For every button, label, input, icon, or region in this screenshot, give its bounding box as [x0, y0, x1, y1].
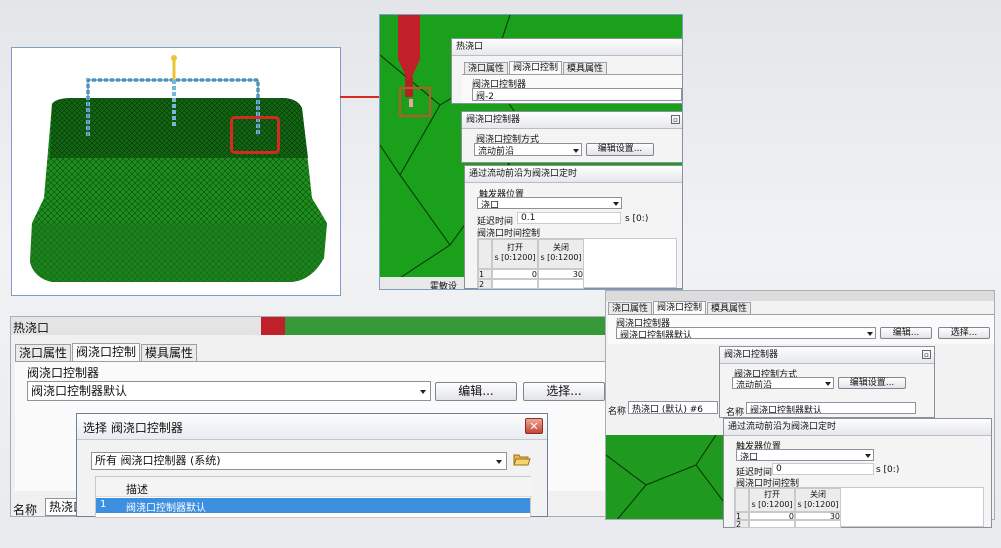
filter-value: 所有 阀浇口控制器 (系统) [95, 454, 221, 467]
col-close-unit: s [0:1200] [797, 500, 839, 509]
controller-label: 阀浇口控制器 [27, 366, 100, 380]
col-close-label: 关闭 [810, 490, 826, 499]
row-desc: 阀浇口控制器默认 [126, 503, 206, 514]
open-folder-icon[interactable] [513, 451, 531, 467]
method-value: 流动前沿 [478, 147, 515, 156]
row-number: 1 [100, 499, 107, 510]
dialog-title: 阀浇口控制器 [462, 112, 682, 129]
hotgate-dialog: 热浇口 浇口属性 阀浇口控制 模具属性 阀浇口控制器 阀-2 [451, 38, 683, 104]
cell-open[interactable]: 0 [749, 512, 795, 521]
restore-icon[interactable]: ▫ [671, 115, 680, 124]
gate-highlight-box [230, 116, 280, 154]
cell-close[interactable] [538, 279, 584, 289]
dialog-title: 热浇口 [452, 39, 682, 56]
dropdown-arrow-icon [865, 454, 871, 458]
flow-front-dialog: 通过流动前沿为阀浇口定时 触发器位置 浇口 延迟时间 0.1 s [0:) 阀浇… [464, 165, 683, 289]
trigger-value: 浇口 [481, 201, 500, 209]
delay-unit: s [0:) [625, 214, 649, 224]
list-item[interactable]: 1 阀浇口控制器默认 [96, 498, 530, 514]
select-controller-dialog: 选择 阀浇口控制器 ✕ 所有 阀浇口控制器 (系统) 描述 1 阀浇口控制器默认 [76, 413, 548, 518]
method-value: 流动前沿 [736, 381, 773, 389]
col-open-header: 打开 s [0:1200] [492, 239, 538, 269]
dropdown-arrow-icon [867, 332, 873, 336]
delay-input[interactable]: 0 [772, 463, 874, 475]
valve-controller-dialog: 阀浇口控制器 ▫ 阀浇口控制方式 流动前沿 编辑设置... [461, 111, 683, 163]
filter-select[interactable]: 所有 阀浇口控制器 (系统) [91, 452, 507, 470]
dropdown-arrow-icon [825, 382, 831, 386]
cell-open[interactable] [492, 279, 538, 289]
zoom-highlight-box [399, 87, 431, 117]
trigger-select[interactable]: 浇口 [477, 197, 622, 209]
name-input[interactable]: 热浇口 (默认) #6 [628, 401, 718, 414]
name-label: 名称 [726, 408, 745, 418]
col-desc-header: 描述 [126, 483, 148, 496]
col-close-unit: s [0:1200] [540, 253, 582, 262]
col-open-label: 打开 [507, 243, 523, 252]
valve-controller-dialog: 阀浇口控制器 ▫ 阀浇口控制方式 流动前沿 编辑设置... 名称 阀浇口控制器默… [719, 346, 935, 418]
flow-front-dialog: 通过流动前沿为阀浇口定时 触发器位置 浇口 延迟时间 0 s [0:) 阀浇口时… [723, 418, 992, 529]
edit-settings-button[interactable]: 编辑设置... [586, 143, 654, 156]
name-input[interactable]: 阀浇口控制器默认 [746, 402, 916, 414]
dropdown-arrow-icon [496, 460, 502, 464]
controller-list: 描述 1 阀浇口控制器默认 [95, 476, 532, 518]
cell-open[interactable]: 0 [492, 269, 538, 279]
cell-close[interactable]: 30 [795, 512, 841, 521]
method-select[interactable]: 流动前沿 [474, 143, 582, 156]
edit-settings-button[interactable]: 编辑设置... [838, 377, 906, 389]
col-open-header: 打开 s [0:1200] [749, 488, 795, 512]
row-number: 1 [478, 269, 492, 279]
dialog-title: 通过流动前沿为阀浇口定时 [724, 419, 991, 436]
dropdown-arrow-icon [573, 148, 579, 153]
delay-input[interactable]: 0.1 [517, 212, 621, 224]
col-close-header: 关闭 s [0:1200] [538, 239, 584, 269]
dropdown-arrow-icon [613, 202, 619, 206]
dialog-title: 热浇口 [13, 321, 50, 335]
method-select[interactable]: 流动前沿 [732, 377, 834, 389]
dialog-title: 通过流动前沿为阀浇口定时 [465, 166, 682, 183]
row-number: 1 [735, 512, 749, 521]
select-button[interactable]: 选择... [938, 327, 990, 339]
col-close-header: 关闭 s [0:1200] [795, 488, 841, 512]
controller-field[interactable]: 阀-2 [472, 88, 682, 101]
row-number: 2 [478, 279, 492, 289]
timing-table: 打开 s [0:1200] 关闭 s [0:1200] 1 0 30 2 [477, 238, 677, 289]
col-open-unit: s [0:1200] [494, 253, 536, 262]
dialog-title: 选择 阀浇口控制器 [83, 421, 183, 435]
controller-select[interactable]: 阀浇口控制器默认 [27, 381, 431, 401]
title-bar: 热浇口 [11, 317, 605, 335]
timing-table: 打开 s [0:1200] 关闭 s [0:1200] 1 0 30 2 [734, 487, 984, 529]
close-icon[interactable]: ✕ [525, 418, 543, 434]
controller-select[interactable]: 阀浇口控制器默认 [616, 327, 876, 339]
dropdown-arrow-icon [420, 390, 426, 394]
col-open-label: 打开 [764, 490, 780, 499]
controller-value: 阀浇口控制器默认 [620, 331, 693, 339]
tab-valve-control[interactable]: 阀浇口控制 [72, 343, 141, 362]
trigger-value: 浇口 [740, 453, 759, 461]
row-number: 2 [735, 520, 749, 529]
model-viewport[interactable] [11, 47, 341, 296]
restore-icon[interactable]: ▫ [922, 350, 931, 359]
mesh-model [30, 55, 327, 282]
name-label: 名称 [13, 503, 38, 517]
name-label: 名称 [608, 407, 627, 417]
bottom-text: 霍敏设 [430, 282, 458, 290]
col-close-label: 关闭 [553, 243, 569, 252]
controller-value: 阀浇口控制器默认 [31, 384, 128, 398]
col-open-unit: s [0:1200] [751, 500, 793, 509]
cell-close[interactable] [795, 520, 841, 528]
edit-button[interactable]: 编辑... [880, 327, 932, 339]
dialog-title: 阀浇口控制器 [720, 347, 934, 364]
delay-unit: s [0:) [876, 465, 900, 475]
edit-button[interactable]: 编辑... [435, 382, 517, 401]
cell-open[interactable] [749, 520, 795, 528]
select-button[interactable]: 选择... [523, 382, 605, 401]
trigger-select[interactable]: 浇口 [736, 449, 874, 461]
cell-close[interactable]: 30 [538, 269, 584, 279]
